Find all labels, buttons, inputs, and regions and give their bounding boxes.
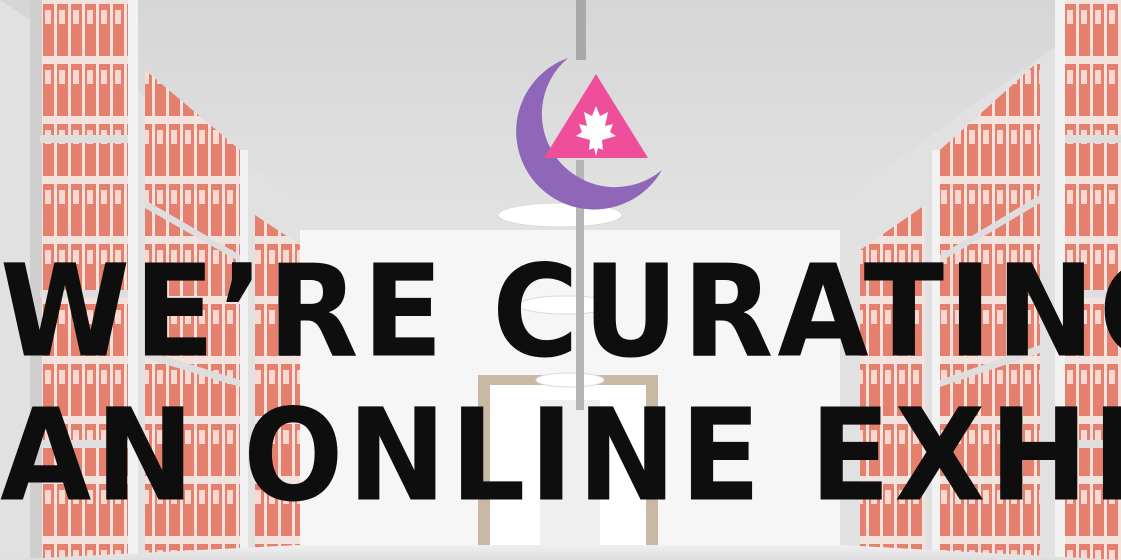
headline-line-1: WE’RE CURATING — [0, 236, 1121, 386]
headline-line-2: AN ONLINE EXHIBIT — [0, 380, 1121, 530]
exhibit-banner: WE’RE CURATING AN ONLINE EXHIBIT — [0, 0, 1121, 560]
crescent-triangle-maple-leaf-logo — [516, 58, 662, 210]
